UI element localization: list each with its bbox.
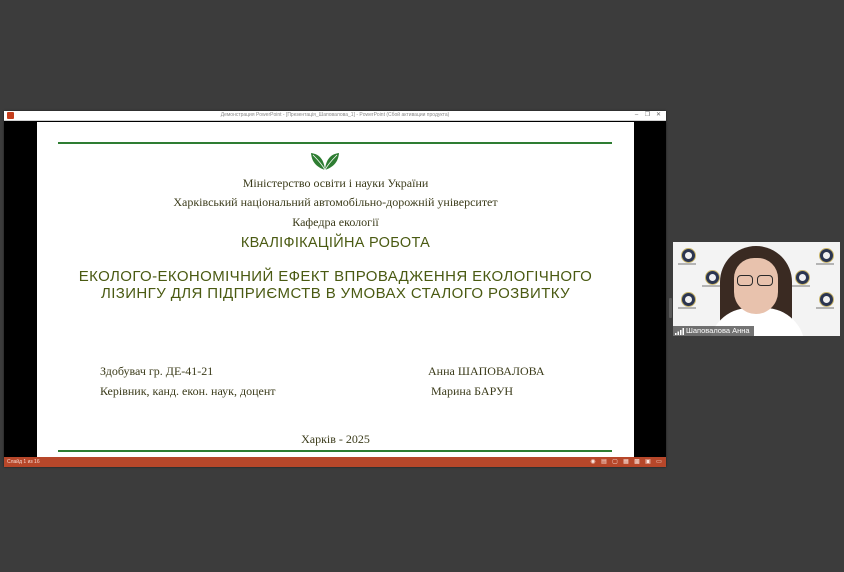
- department-text: Кафедра екології: [292, 215, 379, 229]
- window-title: Демонстрация PowerPoint - [Презентація_Ш…: [220, 112, 450, 118]
- supervisor-name: Марина БАРУН: [431, 384, 514, 398]
- slide-bottom-divider: [58, 450, 612, 452]
- background-emblem-icon: [819, 248, 834, 263]
- city-year-text: Харків - 2025: [301, 432, 370, 446]
- slideshow-view-icon[interactable]: ▭: [656, 459, 662, 465]
- close-button[interactable]: ✕: [653, 111, 664, 120]
- background-caption: [792, 285, 810, 287]
- slide-counter: Слайд 1 из 16: [7, 459, 40, 465]
- accessibility-icon[interactable]: ◉: [590, 459, 596, 465]
- ministry-text: Міністерство освіти і науки України: [242, 176, 429, 190]
- participant-video-tile[interactable]: Шаповалова Анна: [673, 242, 840, 336]
- topic-title-line-2: ЛІЗИНГУ ДЛЯ ПІДПРИЄМСТВ В УМОВАХ СТАЛОГО…: [100, 285, 571, 302]
- status-bar-controls: ◉ ▤ ▢ ▦ ▩ ▣ ▭: [590, 459, 662, 465]
- slide-top-divider: [58, 142, 612, 144]
- leaf-logo-icon: [311, 153, 339, 171]
- presentation-slide[interactable]: Міністерство освіти і науки України Харк…: [37, 122, 634, 457]
- background-caption: [678, 307, 696, 309]
- participant-name-tag: Шаповалова Анна: [673, 326, 754, 336]
- normal-view-icon[interactable]: ▦: [623, 459, 629, 465]
- topic-title-line-1: ЕКОЛОГО-ЕКОНОМІЧНИЙ ЕФЕКТ ВПРОВАДЖЕННЯ Е…: [78, 268, 593, 285]
- slideshow-status-bar: Слайд 1 из 16 ◉ ▤ ▢ ▦ ▩ ▣ ▭: [4, 457, 666, 467]
- reading-view-icon[interactable]: ▣: [645, 459, 651, 465]
- powerpoint-slideshow-window[interactable]: Демонстрация PowerPoint - [Презентація_Ш…: [4, 111, 666, 467]
- restore-button[interactable]: ❐: [642, 111, 653, 120]
- slide-sorter-icon[interactable]: ▩: [634, 459, 640, 465]
- window-titlebar[interactable]: Демонстрация PowerPoint - [Презентація_Ш…: [4, 111, 666, 121]
- notes-icon[interactable]: ▤: [601, 459, 607, 465]
- comments-icon[interactable]: ▢: [612, 459, 618, 465]
- connection-signal-icon: [675, 327, 684, 335]
- participant-name: Шаповалова Анна: [686, 326, 750, 335]
- side-panel-resize-handle[interactable]: [669, 298, 672, 318]
- university-text: Харківський національний автомобільно-до…: [173, 195, 498, 209]
- minimize-button[interactable]: –: [631, 111, 642, 120]
- glasses-icon: [757, 275, 773, 286]
- background-caption: [816, 263, 834, 265]
- background-caption: [816, 307, 834, 309]
- glasses-icon: [737, 275, 753, 286]
- background-emblem-icon: [819, 292, 834, 307]
- background-emblem-icon: [705, 270, 720, 285]
- background-emblem-icon: [681, 248, 696, 263]
- participant-face: [734, 258, 778, 314]
- applicant-name: Анна ШАПОВАЛОВА: [428, 364, 545, 378]
- background-emblem-icon: [795, 270, 810, 285]
- background-caption: [702, 285, 720, 287]
- supervisor-label: Керівник, канд. екон. наук, доцент: [100, 384, 276, 398]
- background-emblem-icon: [681, 292, 696, 307]
- background-caption: [678, 263, 696, 265]
- window-controls: – ❐ ✕: [631, 111, 664, 120]
- applicant-label: Здобувач гр. ДЕ-41-21: [100, 364, 214, 378]
- work-type-heading: КВАЛІФІКАЦІЙНА РОБОТА: [240, 235, 431, 251]
